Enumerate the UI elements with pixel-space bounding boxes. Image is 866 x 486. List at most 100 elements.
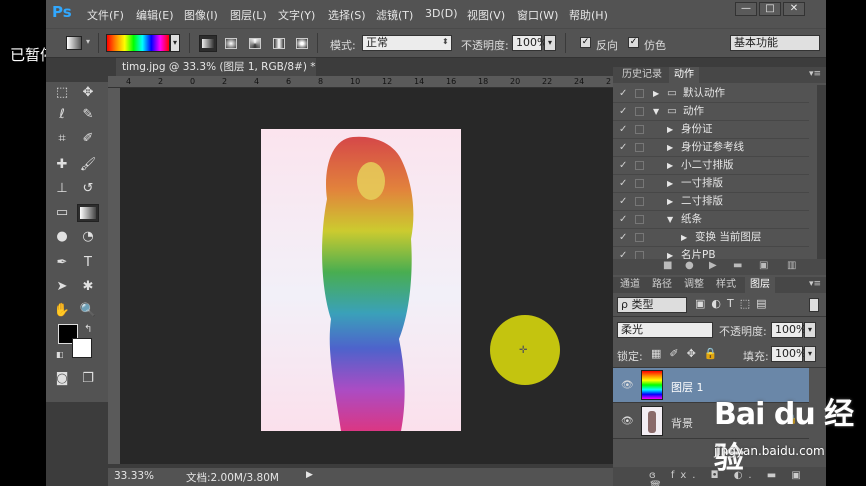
action-check-icon[interactable]: ✓: [619, 103, 627, 120]
expanded-arrow-icon[interactable]: ▼: [667, 211, 673, 228]
action-row[interactable]: ✓ ▶ 身份证: [613, 121, 809, 139]
opacity-input[interactable]: 100%: [512, 35, 547, 51]
gradient-tool-icon[interactable]: [77, 204, 99, 222]
dialog-toggle-icon[interactable]: [635, 197, 644, 206]
minimize-button[interactable]: —: [735, 2, 757, 16]
blur-tool-icon[interactable]: ●: [51, 228, 73, 246]
layers-panel-menu-icon[interactable]: ▾≡: [809, 279, 821, 289]
collapsed-arrow-icon[interactable]: ▶: [667, 175, 673, 192]
eyedropper-tool-icon[interactable]: ✐: [77, 130, 99, 148]
dialog-toggle-icon[interactable]: [635, 233, 644, 242]
action-check-icon[interactable]: ✓: [619, 193, 627, 210]
expanded-arrow-icon[interactable]: ▼: [653, 103, 659, 120]
fill-input[interactable]: 100%: [771, 346, 806, 362]
hand-tool-icon[interactable]: ✋: [51, 302, 73, 320]
background-color-swatch[interactable]: [72, 338, 92, 358]
angle-gradient-button[interactable]: [249, 38, 261, 49]
history-brush-tool-icon[interactable]: ↺: [77, 180, 99, 198]
collapsed-arrow-icon[interactable]: ▶: [681, 229, 687, 246]
play-icon[interactable]: ▶: [709, 260, 717, 271]
dodge-tool-icon[interactable]: ◔: [77, 228, 99, 246]
fill-dropdown-icon[interactable]: ▾: [804, 346, 816, 362]
collapsed-arrow-icon[interactable]: ▶: [667, 139, 673, 156]
close-button[interactable]: ✕: [783, 2, 805, 16]
dialog-toggle-icon[interactable]: [635, 161, 644, 170]
new-set-icon[interactable]: ▬: [733, 260, 742, 271]
type-tool-icon[interactable]: T: [77, 254, 99, 272]
action-row[interactable]: ✓ ▼ 纸条: [613, 211, 809, 229]
mode-select[interactable]: 正常: [362, 35, 452, 51]
shape-tool-icon[interactable]: ✱: [77, 278, 99, 296]
action-check-icon[interactable]: ✓: [619, 85, 627, 102]
marquee-tool-icon[interactable]: ⬚: [51, 84, 73, 102]
layer-filter-icons[interactable]: ▣◐T⬚▤: [695, 297, 773, 310]
path-select-tool-icon[interactable]: ➤: [51, 278, 73, 296]
dialog-toggle-icon[interactable]: [635, 125, 644, 134]
move-tool-icon[interactable]: ✥: [77, 84, 99, 102]
filter-toggle[interactable]: [809, 298, 819, 312]
gradient-tool-icon[interactable]: [66, 36, 82, 50]
gradient-dropdown-icon[interactable]: ▾: [170, 34, 180, 52]
brush-tool-icon[interactable]: 🖌: [77, 156, 99, 174]
stop-icon[interactable]: ■: [663, 260, 672, 271]
default-colors-icon[interactable]: ◧: [56, 350, 64, 359]
workspace-select[interactable]: 基本功能: [730, 35, 820, 51]
pen-tool-icon[interactable]: ✒: [51, 254, 73, 272]
collapsed-arrow-icon[interactable]: ▶: [667, 157, 673, 174]
menu-edit[interactable]: 编辑(E): [136, 7, 174, 23]
record-icon[interactable]: ●: [685, 260, 694, 271]
dialog-toggle-icon[interactable]: [635, 107, 644, 116]
action-check-icon[interactable]: ✓: [619, 157, 627, 174]
zoom-tool-icon[interactable]: 🔍: [77, 302, 99, 320]
tab-history[interactable]: 历史记录: [617, 67, 667, 83]
tab-styles[interactable]: 样式: [711, 277, 741, 293]
opacity-dropdown-icon[interactable]: ▾: [544, 35, 556, 51]
quick-mask-icon[interactable]: ◙: [51, 370, 73, 388]
gradient-picker[interactable]: [106, 34, 170, 52]
visibility-eye-icon[interactable]: 👁: [621, 416, 634, 427]
dialog-toggle-icon[interactable]: [635, 89, 644, 98]
menu-select[interactable]: 选择(S): [328, 7, 366, 23]
actions-scrollbar[interactable]: [817, 85, 826, 263]
layer-opacity-dropdown-icon[interactable]: ▾: [804, 322, 816, 338]
eraser-tool-icon[interactable]: ▭: [51, 204, 73, 222]
action-row[interactable]: ✓ ▶ 一寸排版: [613, 175, 809, 193]
collapsed-arrow-icon[interactable]: ▶: [667, 193, 673, 210]
dialog-toggle-icon[interactable]: [635, 179, 644, 188]
lock-icons[interactable]: ▦✐✥🔒: [651, 347, 726, 360]
menu-window[interactable]: 窗口(W): [517, 7, 558, 23]
reflected-gradient-button[interactable]: [273, 38, 285, 49]
tab-layers[interactable]: 图层: [745, 277, 775, 293]
panel-menu-icon[interactable]: ▾≡: [809, 69, 821, 79]
diamond-gradient-button[interactable]: [296, 38, 308, 49]
linear-gradient-button[interactable]: [199, 35, 217, 52]
tab-paths[interactable]: 路径: [647, 277, 677, 293]
new-action-icon[interactable]: ▣: [759, 260, 768, 271]
menu-image[interactable]: 图像(I): [184, 7, 218, 23]
action-check-icon[interactable]: ✓: [619, 229, 627, 246]
action-check-icon[interactable]: ✓: [619, 175, 627, 192]
tab-channels[interactable]: 通道: [615, 277, 645, 293]
healing-brush-tool-icon[interactable]: ✚: [51, 156, 73, 174]
layer-name[interactable]: 背景: [671, 415, 693, 431]
action-check-icon[interactable]: ✓: [619, 139, 627, 156]
dialog-toggle-icon[interactable]: [635, 143, 644, 152]
tab-adjustments[interactable]: 调整: [679, 277, 709, 293]
screen-mode-icon[interactable]: ❐: [77, 370, 99, 388]
radial-gradient-button[interactable]: [225, 38, 237, 49]
collapsed-arrow-icon[interactable]: ▶: [667, 121, 673, 138]
action-row[interactable]: ✓ ▶ 变换 当前图层: [613, 229, 809, 247]
zoom-level[interactable]: 33.33%: [114, 470, 154, 482]
lasso-tool-icon[interactable]: ℓ: [51, 106, 73, 124]
menu-file[interactable]: 文件(F): [87, 7, 124, 23]
action-check-icon[interactable]: ✓: [619, 121, 627, 138]
menu-filter[interactable]: 滤镜(T): [376, 7, 413, 23]
layer-name[interactable]: 图层 1: [671, 379, 704, 395]
menu-help[interactable]: 帮助(H): [569, 7, 608, 23]
dither-checkbox[interactable]: ✓: [628, 37, 639, 48]
quick-select-tool-icon[interactable]: ✎: [77, 106, 99, 124]
visibility-eye-icon[interactable]: 👁: [621, 380, 634, 391]
dialog-toggle-icon[interactable]: [635, 215, 644, 224]
status-menu-arrow-icon[interactable]: ▶: [306, 470, 313, 480]
document-tab[interactable]: timg.jpg @ 33.3% (图层 1, RGB/8#) * ×: [116, 58, 316, 91]
